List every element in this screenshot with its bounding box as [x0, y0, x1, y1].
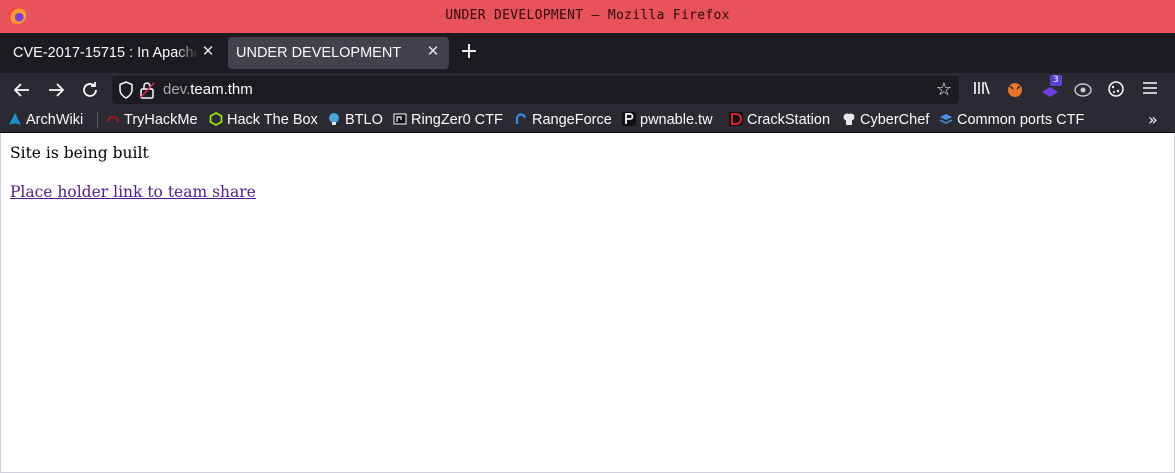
bookmark-archwiki[interactable]: ArchWiki — [8, 110, 83, 130]
archlinux-icon — [9, 113, 21, 125]
bookmark-label: BTLO — [345, 112, 383, 128]
hackthebox-icon — [209, 112, 223, 126]
tab-bar: CVE-2017-15715 : In Apache H ✕ UNDER DEV… — [0, 33, 1175, 73]
cyberchef-icon — [843, 113, 855, 125]
nav-bar: dev.team.thm ☆ 3 — [0, 73, 1175, 107]
insecure-lock-icon[interactable] — [139, 81, 155, 99]
bookmark-label: TryHackMe — [124, 112, 198, 128]
bookmark-label: RangeForce — [532, 112, 612, 128]
bookmark-ringzer0[interactable]: RingZer0 CTF — [393, 110, 503, 130]
bookmark-separator — [97, 112, 98, 128]
bookmark-pwnable[interactable]: pwnable.tw — [622, 110, 713, 130]
cookie-icon[interactable] — [1106, 80, 1126, 100]
close-icon[interactable]: ✕ — [424, 43, 442, 61]
tryhackme-icon — [107, 116, 119, 123]
bookmarks-toolbar: ArchWiki TryHackMe Hack The Box BTLO Rin… — [0, 107, 1175, 133]
bookmark-label: ArchWiki — [26, 112, 84, 128]
extension-badge-icon[interactable]: 3 — [1040, 75, 1062, 100]
extension-badge-count: 3 — [1050, 75, 1062, 86]
close-icon[interactable]: ✕ — [199, 43, 217, 61]
wappalyzer-icon[interactable] — [1073, 80, 1093, 100]
hamburger-menu-icon[interactable] — [1140, 80, 1160, 100]
bookmark-common-ports-ctf[interactable]: Common ports CTF — [939, 110, 1084, 130]
tab-label: UNDER DEVELOPMENT — [236, 45, 402, 61]
tab-under-development[interactable]: UNDER DEVELOPMENT ✕ — [228, 37, 449, 69]
forward-arrow-icon[interactable] — [46, 80, 66, 100]
library-icon[interactable] — [972, 80, 992, 100]
chevron-overflow-icon[interactable]: » — [1148, 110, 1158, 129]
bookmark-label: RingZer0 CTF — [411, 112, 503, 128]
bookmark-btlo[interactable]: BTLO — [327, 110, 383, 130]
new-tab-button[interactable]: + — [458, 41, 480, 63]
url-text[interactable]: dev.team.thm — [163, 81, 253, 98]
bookmark-star-icon[interactable]: ☆ — [933, 79, 955, 101]
bookmark-tryhackme[interactable]: TryHackMe — [106, 110, 198, 130]
window-title: UNDER DEVELOPMENT — Mozilla Firefox — [445, 8, 730, 23]
bookmark-label: Hack The Box — [227, 112, 318, 128]
tab-cve[interactable]: CVE-2017-15715 : In Apache H ✕ — [3, 37, 225, 69]
bookmark-crackstation[interactable]: CrackStation — [729, 110, 830, 130]
bookmark-label: pwnable.tw — [640, 112, 713, 128]
bookmark-label: CyberChef — [860, 112, 930, 128]
tracking-shield-icon[interactable] — [118, 81, 134, 99]
url-subdomain: dev. — [163, 81, 191, 98]
back-arrow-icon[interactable] — [12, 80, 32, 100]
bookmark-rangeforce[interactable]: RangeForce — [514, 110, 612, 130]
window-titlebar: UNDER DEVELOPMENT — Mozilla Firefox — [0, 0, 1175, 33]
layers-icon — [939, 114, 953, 124]
url-domain: team.thm — [190, 81, 253, 98]
reload-icon[interactable] — [80, 80, 100, 100]
page-content: Site is being built Place holder link to… — [0, 133, 1175, 473]
bookmark-label: CrackStation — [747, 112, 831, 128]
url-bar[interactable]: dev.team.thm ☆ — [112, 76, 959, 104]
foxyproxy-icon[interactable] — [1005, 80, 1025, 100]
bookmark-cyberchef[interactable]: CyberChef — [842, 110, 929, 130]
btlo-icon — [329, 113, 339, 125]
crackstation-icon — [729, 112, 743, 126]
bookmark-label: Common ports CTF — [957, 112, 1085, 128]
rangeforce-icon — [515, 113, 527, 124]
pwnable-icon — [622, 112, 636, 126]
tab-label: CVE-2017-15715 : In Apache H — [13, 45, 198, 61]
page-text: Site is being built — [10, 144, 149, 162]
ringzer0-icon — [393, 113, 407, 125]
bookmark-hackthebox[interactable]: Hack The Box — [209, 110, 318, 130]
team-share-link[interactable]: Place holder link to team share — [10, 183, 256, 201]
